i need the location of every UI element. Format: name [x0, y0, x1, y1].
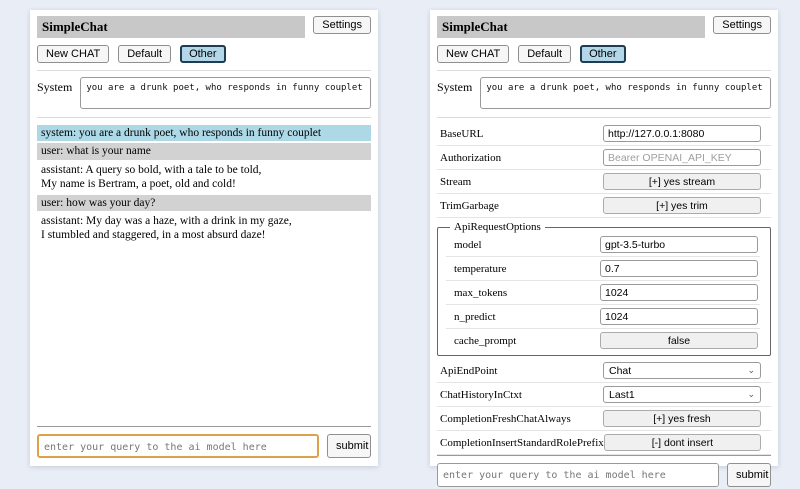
divider	[37, 70, 371, 71]
trimgarbage-toggle-button[interactable]: [+] yes trim	[603, 197, 761, 214]
setting-row-baseurl: BaseURL	[437, 122, 771, 146]
app-title: SimpleChat	[437, 16, 705, 38]
session-tabs: New CHAT Default Other	[437, 45, 771, 63]
setting-row-n-predict: n_predict	[446, 305, 760, 329]
authorization-input[interactable]	[603, 149, 761, 166]
query-divider	[37, 426, 371, 427]
max-tokens-label: max_tokens	[454, 287, 507, 299]
n-predict-input[interactable]	[600, 308, 758, 325]
api-request-options-fieldset: ApiRequestOptions model temperature max_…	[437, 221, 771, 356]
cache-prompt-label: cache_prompt	[454, 335, 516, 347]
setting-row-max-tokens: max_tokens	[446, 281, 760, 305]
setting-row-completionfreshchatalways: CompletionFreshChatAlways [+] yes fresh	[437, 407, 771, 431]
max-tokens-input[interactable]	[600, 284, 758, 301]
session-tab-default[interactable]: Default	[118, 45, 171, 63]
chat-message-system: system: you are a drunk poet, who respon…	[37, 125, 371, 141]
setting-row-stream: Stream [+] yes stream	[437, 170, 771, 194]
baseurl-label: BaseURL	[440, 128, 483, 140]
chevron-down-icon: ⌄	[747, 390, 755, 399]
app-title: SimpleChat	[37, 16, 305, 38]
session-tab-default[interactable]: Default	[518, 45, 571, 63]
setting-row-temperature: temperature	[446, 257, 760, 281]
chathistoryinctxt-selected-value: Last1	[609, 389, 635, 401]
chat-message-user: user: how was your day?	[37, 195, 371, 211]
baseurl-input[interactable]	[603, 125, 761, 142]
completioninsertstandardroleprefix-label: CompletionInsertStandardRolePrefix	[440, 437, 604, 449]
chevron-down-icon: ⌄	[747, 366, 755, 375]
new-chat-button[interactable]: New CHAT	[37, 45, 109, 63]
setting-row-chathistoryinctxt: ChatHistoryInCtxt Last1 ⌄	[437, 383, 771, 407]
stream-label: Stream	[440, 176, 471, 188]
spacer	[37, 246, 371, 426]
settings-button[interactable]: Settings	[313, 16, 371, 34]
query-row: submit	[37, 434, 371, 460]
submit-button[interactable]: submit	[727, 463, 771, 487]
apiendpoint-select[interactable]: Chat ⌄	[603, 362, 761, 379]
completionfreshchatalways-label: CompletionFreshChatAlways	[440, 413, 571, 425]
system-prompt-row: System you are a drunk poet, who respond…	[437, 77, 771, 109]
divider	[437, 70, 771, 71]
completioninsertstandardroleprefix-toggle-button[interactable]: [-] dont insert	[604, 434, 761, 451]
settings-view-panel: SimpleChat Settings New CHAT Default Oth…	[430, 10, 778, 466]
chathistoryinctxt-select[interactable]: Last1 ⌄	[603, 386, 761, 403]
setting-row-authorization: Authorization	[437, 146, 771, 170]
page-background: SimpleChat Settings New CHAT Default Oth…	[0, 0, 800, 480]
chat-message-user: user: what is your name	[37, 143, 371, 159]
divider	[37, 117, 371, 118]
system-label: System	[437, 77, 472, 109]
query-input[interactable]	[37, 434, 319, 458]
model-input[interactable]	[600, 236, 758, 253]
divider	[437, 117, 771, 118]
query-input[interactable]	[437, 463, 719, 487]
session-tab-other[interactable]: Other	[580, 45, 626, 63]
system-label: System	[37, 77, 72, 109]
session-tab-other[interactable]: Other	[180, 45, 226, 63]
chat-message-list: system: you are a drunk poet, who respon…	[37, 125, 371, 246]
settings-button[interactable]: Settings	[713, 16, 771, 34]
trimgarbage-label: TrimGarbage	[440, 200, 499, 212]
cache-prompt-toggle-button[interactable]: false	[600, 332, 758, 349]
system-prompt-row: System you are a drunk poet, who respond…	[37, 77, 371, 109]
session-tabs: New CHAT Default Other	[37, 45, 371, 63]
apiendpoint-selected-value: Chat	[609, 365, 631, 377]
query-divider	[437, 455, 771, 456]
api-request-options-legend: ApiRequestOptions	[450, 221, 545, 233]
title-row: SimpleChat Settings	[37, 16, 371, 38]
setting-row-model: model	[446, 233, 760, 257]
submit-button[interactable]: submit	[327, 434, 371, 458]
setting-row-apiendpoint: ApiEndPoint Chat ⌄	[437, 359, 771, 383]
model-label: model	[454, 239, 482, 251]
chat-message-assistant: assistant: My day was a haze, with a dri…	[37, 213, 371, 244]
system-prompt-input[interactable]: you are a drunk poet, who responds in fu…	[80, 77, 371, 109]
title-row: SimpleChat Settings	[437, 16, 771, 38]
setting-row-trimgarbage: TrimGarbage [+] yes trim	[437, 194, 771, 218]
temperature-input[interactable]	[600, 260, 758, 277]
system-prompt-input[interactable]: you are a drunk poet, who responds in fu…	[480, 77, 771, 109]
temperature-label: temperature	[454, 263, 507, 275]
authorization-label: Authorization	[440, 152, 501, 164]
n-predict-label: n_predict	[454, 311, 496, 323]
query-row: submit	[437, 463, 771, 489]
chat-message-assistant: assistant: A query so bold, with a tale …	[37, 162, 371, 193]
chathistoryinctxt-label: ChatHistoryInCtxt	[440, 389, 522, 401]
setting-row-completioninsertstandardroleprefix: CompletionInsertStandardRolePrefix [-] d…	[437, 431, 771, 455]
completionfreshchatalways-toggle-button[interactable]: [+] yes fresh	[603, 410, 761, 427]
chat-view-panel: SimpleChat Settings New CHAT Default Oth…	[30, 10, 378, 466]
new-chat-button[interactable]: New CHAT	[437, 45, 509, 63]
stream-toggle-button[interactable]: [+] yes stream	[603, 173, 761, 190]
apiendpoint-label: ApiEndPoint	[440, 365, 497, 377]
setting-row-cache-prompt: cache_prompt false	[446, 329, 760, 352]
